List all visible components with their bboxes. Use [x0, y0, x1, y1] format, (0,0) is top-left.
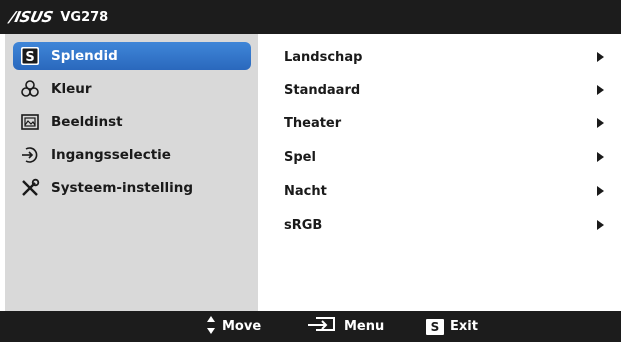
monitor-osd: /ISUS VG278 S Splendid Kleur Beeldinst I…	[0, 0, 621, 342]
move-label: Move	[222, 319, 262, 334]
arrow-right-icon	[597, 118, 604, 128]
menu-item-label: Beeldinst	[51, 114, 123, 130]
sub-item-standaard[interactable]: Standaard	[284, 79, 604, 101]
arrow-right-icon	[597, 152, 604, 162]
menu-item-ingangsselectie[interactable]: Ingangsselectie	[13, 141, 251, 169]
menu-item-label: Ingangsselectie	[51, 147, 171, 163]
menu-hint: Menu	[306, 311, 384, 342]
up-down-arrows-icon	[206, 315, 216, 339]
color-circles-icon	[19, 78, 41, 100]
arrow-right-icon	[597, 186, 604, 196]
sub-item-label: Landschap	[284, 49, 363, 65]
menu-item-splendid[interactable]: S Splendid	[13, 42, 251, 70]
input-arrow-icon	[19, 144, 41, 166]
menu-label: Menu	[344, 319, 385, 334]
sub-item-spel[interactable]: Spel	[284, 146, 604, 168]
arrow-right-icon	[597, 220, 604, 230]
exit-label: Exit	[450, 319, 478, 334]
sub-item-label: sRGB	[284, 217, 323, 233]
title-bar: /ISUS VG278	[0, 0, 621, 34]
menu-item-label: Kleur	[51, 81, 92, 97]
s-key-icon: S	[426, 318, 444, 335]
asus-logo: /ISUS	[8, 8, 55, 26]
menu-item-kleur[interactable]: Kleur	[13, 75, 251, 103]
menu-item-beeldinst[interactable]: Beeldinst	[13, 108, 251, 136]
sub-menu-panel: Landschap Standaard Theater Spel Nacht s…	[262, 34, 621, 311]
splendid-s-icon: S	[19, 45, 41, 67]
menu-item-label: Splendid	[51, 48, 118, 64]
sub-item-label: Nacht	[284, 183, 327, 199]
svg-text:S: S	[25, 50, 34, 65]
exit-hint: S Exit	[426, 311, 478, 342]
sub-item-label: Standaard	[284, 82, 361, 98]
enter-icon	[306, 315, 338, 339]
tools-icon	[19, 177, 41, 199]
sub-item-srgb[interactable]: sRGB	[284, 214, 604, 236]
arrow-right-icon	[597, 85, 604, 95]
sub-item-theater[interactable]: Theater	[284, 112, 604, 134]
sub-item-label: Spel	[284, 149, 316, 165]
button-hint-bar: Move Menu S Exit	[0, 311, 621, 342]
image-picture-icon	[19, 111, 41, 133]
model-name: VG278	[60, 9, 109, 25]
main-menu-panel: S Splendid Kleur Beeldinst Ingangsselect…	[5, 34, 258, 311]
brand: /ISUS VG278	[8, 7, 109, 27]
arrow-right-icon	[597, 52, 604, 62]
sub-item-nacht[interactable]: Nacht	[284, 180, 604, 202]
sub-item-landschap[interactable]: Landschap	[284, 46, 604, 68]
sub-item-label: Theater	[284, 115, 342, 131]
menu-item-systeem-instelling[interactable]: Systeem-instelling	[13, 174, 251, 202]
move-hint: Move	[206, 311, 261, 342]
menu-item-label: Systeem-instelling	[51, 180, 194, 196]
